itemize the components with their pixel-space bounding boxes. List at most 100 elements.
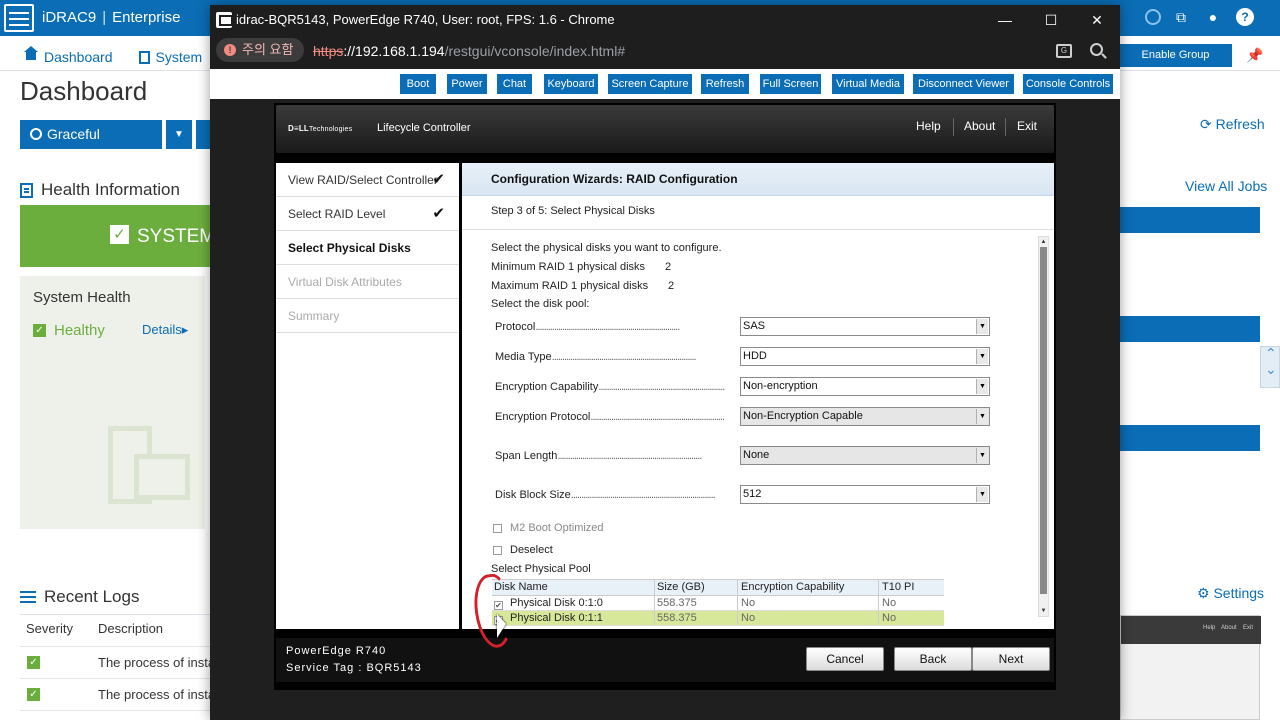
log-row[interactable]: ✓ The process of insta [20, 646, 220, 678]
check-icon: ✓ [27, 656, 40, 669]
maximize-button[interactable]: ☐ [1028, 5, 1074, 35]
back-button[interactable]: Back [894, 647, 972, 671]
physical-pool-heading: Select Physical Pool [491, 563, 591, 575]
system-status-banner: ✓ SYSTEM [20, 205, 215, 267]
details-link[interactable]: Details▸ [142, 322, 188, 338]
power-button[interactable]: Power [447, 74, 487, 94]
window-title: idrac-BQR5143, PowerEdge R740, User: roo… [236, 12, 615, 27]
minimize-button[interactable]: — [982, 5, 1028, 35]
search-icon[interactable] [1145, 9, 1161, 25]
refresh-link[interactable]: ⟳ Refresh [1200, 116, 1265, 133]
dropdown-arrow-icon: ▼ [976, 349, 988, 364]
panel-header: Configuration Wizards: RAID Configuratio… [462, 163, 1054, 196]
disk-block-size-label: Disk Block Size.........................… [495, 489, 716, 501]
console-preview-thumbnail[interactable]: Help About Exit [1120, 615, 1261, 720]
mouse-cursor-icon [497, 614, 506, 638]
scroll-up-icon[interactable]: ▲ [1039, 237, 1048, 247]
jobs-bar [1120, 316, 1260, 342]
server-model: PowerEdge R740 [286, 645, 387, 657]
exit-menu[interactable]: Exit [1017, 119, 1037, 133]
log-row[interactable]: ✓ The process of insta [20, 678, 220, 710]
home-icon [24, 46, 38, 63]
scroll-down-icon[interactable]: ▼ [1039, 606, 1048, 616]
security-warning-chip[interactable]: ! 주의 요함 [216, 38, 304, 62]
span-length-label: Span Length.............................… [495, 450, 702, 462]
user-icon[interactable]: ● [1204, 8, 1222, 26]
scroll-arrows[interactable] [1260, 345, 1280, 388]
check-icon: ✓ [33, 324, 46, 337]
menu-separator [1005, 118, 1006, 136]
translate-icon[interactable]: G [1056, 44, 1072, 58]
close-button[interactable]: ✕ [1074, 5, 1120, 35]
step-summary: Summary [276, 299, 459, 333]
health-status: ✓ Healthy [33, 322, 105, 339]
idrac-brand: iDRAC9 | Enterprise [42, 9, 181, 26]
full-screen-button[interactable]: Full Screen [760, 74, 821, 94]
boot-button[interactable]: Boot [400, 74, 436, 94]
chrome-title-bar[interactable]: idrac-BQR5143, PowerEdge R740, User: roo… [210, 5, 1120, 35]
address-bar[interactable]: ! 주의 요함 https://192.168.1.194/restgui/vc… [210, 35, 1120, 69]
panel-scrollbar[interactable]: ▲ ▼ [1038, 236, 1049, 617]
zoom-icon[interactable] [1090, 43, 1103, 56]
checkbox-icon [493, 545, 502, 555]
media-type-label: Media Type..............................… [495, 351, 697, 363]
table-row[interactable]: ✔ Physical Disk 0:1:0 558.375 No No [492, 596, 944, 611]
next-button[interactable]: Next [972, 647, 1050, 671]
disconnect-viewer-button[interactable]: Disconnect Viewer [913, 74, 1014, 94]
chat-button[interactable]: Chat [497, 74, 532, 94]
help-icon[interactable]: ? [1236, 8, 1254, 26]
check-icon: ✔ [432, 171, 445, 188]
more-actions-button[interactable] [196, 120, 210, 149]
menu-separator [953, 118, 954, 136]
nav-system[interactable]: System [138, 49, 202, 65]
step-select-raid-level[interactable]: Select RAID Level ✔ [276, 197, 459, 231]
pin-icon[interactable]: 📌 [1246, 47, 1263, 63]
system-health-card: System Health ✓ Healthy Details▸ [20, 276, 205, 529]
help-menu[interactable]: Help [916, 119, 941, 133]
settings-link[interactable]: ⚙ Settings [1197, 585, 1264, 602]
encryption-protocol-select[interactable]: Non-Encryption Capable ▼ [740, 407, 990, 426]
chrome-popup-window: idrac-BQR5143, PowerEdge R740, User: roo… [210, 5, 1120, 720]
m2-boot-optimized-checkbox[interactable]: M2 Boot Optimized [493, 522, 604, 534]
shutdown-dropdown-button[interactable]: ▼ [166, 120, 192, 149]
enable-group-manager-button[interactable]: Enable Group Manager [1119, 44, 1232, 84]
about-menu[interactable]: About [964, 119, 995, 133]
cancel-button[interactable]: Cancel [806, 647, 884, 671]
disk-block-size-select[interactable]: 512 ▼ [740, 485, 990, 504]
step-select-physical-disks[interactable]: Select Physical Disks [276, 231, 459, 265]
group-icon[interactable]: ⧉ [1172, 8, 1190, 26]
view-all-jobs-link[interactable]: View All Jobs [1185, 178, 1267, 194]
check-icon: ✓ [27, 688, 40, 701]
max-disks-row: Maximum RAID 1 physical disks 2 [491, 280, 675, 292]
keyboard-button[interactable]: Keyboard [544, 74, 598, 94]
power-icon [30, 128, 42, 140]
refresh-button[interactable]: Refresh [701, 74, 749, 94]
wizard-steps-sidebar: View RAID/Select Controller ✔ Select RAID… [276, 163, 459, 629]
screen-capture-button[interactable]: Screen Capture [608, 74, 692, 94]
lifecycle-controller: D≡LLTechnologies Lifecycle Controller He… [274, 103, 1056, 690]
protocol-select[interactable]: SAS ▼ [740, 317, 990, 336]
warning-icon: ! [224, 44, 236, 56]
step-view-raid[interactable]: View RAID/Select Controller ✔ [276, 163, 459, 197]
url-text[interactable]: https://192.168.1.194/restgui/vconsole/i… [313, 43, 625, 59]
scroll-thumb[interactable] [1040, 247, 1047, 594]
console-screen[interactable]: D≡LLTechnologies Lifecycle Controller He… [210, 99, 1120, 720]
table-row[interactable]: ✔ Physical Disk 0:1:1 558.375 No No [492, 611, 944, 626]
virtual-media-button[interactable]: Virtual Media [832, 74, 904, 94]
nav-dashboard[interactable]: Dashboard [24, 46, 113, 65]
step-indicator: Step 3 of 5: Select Physical Disks [491, 205, 655, 217]
media-type-select[interactable]: HDD ▼ [740, 347, 990, 366]
span-length-select[interactable]: None ▼ [740, 446, 990, 465]
encryption-capability-select[interactable]: Non-encryption ▼ [740, 377, 990, 396]
log-row[interactable]: ✓ [20, 710, 220, 720]
logs-table-header: Severity Description [26, 621, 164, 636]
deselect-checkbox[interactable]: Deselect [493, 544, 553, 556]
console-controls-button[interactable]: Console Controls [1023, 74, 1113, 94]
dropdown-arrow-icon: ▼ [976, 487, 988, 502]
raid-config-panel: Configuration Wizards: RAID Configuratio… [462, 163, 1054, 629]
graceful-shutdown-button[interactable]: Graceful Shutdown [20, 120, 162, 171]
system-icon [138, 50, 150, 64]
virtual-console: Boot Power Chat Keyboard Screen Capture … [210, 69, 1120, 720]
encryption-capability-label: Encryption Capability...................… [495, 381, 725, 393]
health-information-heading: Health Information [20, 180, 180, 200]
